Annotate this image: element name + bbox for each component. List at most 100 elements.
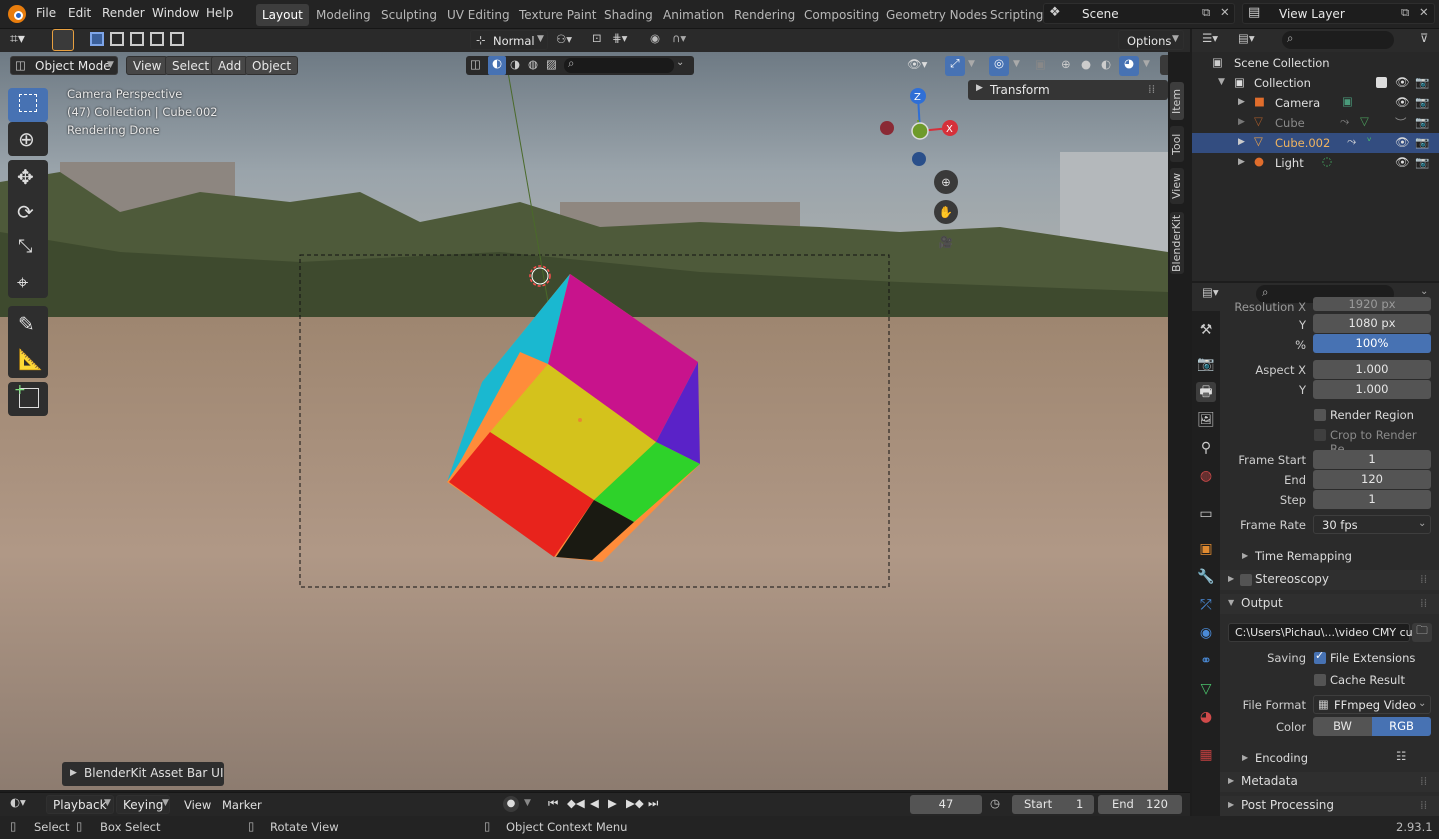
next-keyframe-icon[interactable]: ▶◆ [626,796,644,810]
menu-render[interactable]: Render [102,6,145,20]
render-region-checkbox[interactable] [1314,409,1326,421]
disclosure-triangle-icon[interactable]: ▶ [1242,551,1248,560]
drag-handle-icon[interactable]: ⁞⁞ [1420,572,1427,586]
constraints-properties-icon[interactable]: ⚭ [1196,651,1216,671]
material-icon[interactable]: ◑ [510,57,520,71]
sidebar-tab-item[interactable]: Item [1170,82,1184,120]
play-icon[interactable]: ▶ [608,796,617,810]
frame-end-field[interactable]: 120 [1313,470,1431,489]
shading-solid-icon[interactable]: ◐ [488,56,506,75]
view-layer-name[interactable]: View Layer [1279,7,1345,21]
tab-layout[interactable]: Layout [256,4,309,26]
select-menu[interactable]: Select [165,56,217,75]
transform-orientation-dropdown[interactable]: ⊹ Normal ▼ [470,30,548,50]
scene-delete-icon[interactable]: ✕ [1220,5,1230,19]
menu-edit[interactable]: Edit [68,6,91,20]
resolution-y-field[interactable]: 1080 px [1313,314,1431,333]
filter-dropdown-icon[interactable]: ⌄ [676,57,684,68]
tab-geometry-nodes[interactable]: Geometry Nodes [880,4,993,26]
timeline-editor-icon[interactable]: ◐▾ [10,795,26,809]
add-menu[interactable]: Add [211,56,249,75]
proportional-edit-icon[interactable]: ◉ [650,31,660,45]
expand-triangle-icon[interactable]: ▶ [1238,97,1245,107]
drag-handle-icon[interactable]: ⁞⁞ [1148,82,1155,96]
output-path-field[interactable]: C:\Users\Pichau\...\video CMY cube [1228,623,1426,642]
measure-icon[interactable]: 📐 [18,347,43,371]
resolution-x-field[interactable]: 1920 px [1313,297,1431,311]
material-shading-icon[interactable]: ◐ [1101,57,1111,71]
solid-shading-icon[interactable]: ● [1081,57,1091,71]
current-frame-field[interactable]: 47 [910,795,982,814]
editor-type-icon[interactable]: ⌗▾ [10,31,25,47]
gizmo-dropdown-icon[interactable]: ▼ [968,59,975,69]
cursor-tool[interactable]: ⊕ [8,122,48,156]
expand-triangle-icon[interactable]: ▶ [1238,137,1245,147]
resolution-percent-slider[interactable]: 100% [1313,334,1431,353]
visibility-icon[interactable]: 👁▾ [907,57,927,71]
eye-icon[interactable]: 👁 [1395,95,1410,109]
filter-icon[interactable]: ⊽ [1420,31,1428,45]
physics-properties-icon[interactable]: ◉ [1196,623,1216,643]
hidden-eye-icon[interactable]: ︶ [1395,115,1407,131]
clock-icon[interactable]: ◷ [990,796,1000,810]
move-icon[interactable]: ✥ [17,165,34,189]
render-camera-icon[interactable]: 📷 [1415,115,1429,129]
select-mode-intersect-icon[interactable] [170,32,184,46]
scene-name[interactable]: Scene [1082,7,1119,21]
tab-modeling[interactable]: Modeling [310,4,377,26]
pan-hand-icon[interactable]: ✋ [934,200,958,224]
sidebar-tab-blenderkit[interactable]: BlenderKit [1170,212,1184,274]
data-properties-icon[interactable]: ▽ [1196,679,1216,699]
presets-list-icon[interactable]: ☷ [1396,749,1406,763]
cache-result-checkbox[interactable] [1314,674,1326,686]
outliner-item-cube[interactable]: ▶ ▽ Cube ⤳ ▽ ︶ 📷 [1192,113,1439,133]
sidebar-tab-view[interactable]: View [1170,168,1184,204]
stereoscopy-checkbox[interactable] [1240,574,1252,586]
expand-triangle-icon[interactable]: ▶ [1238,117,1245,127]
metadata-panel-header[interactable]: ▶ Metadata ⁞⁞ [1220,772,1439,792]
world-icon[interactable]: ◍ [528,57,538,71]
stereoscopy-panel-header[interactable]: ▶ Stereoscopy ⁞⁞ [1220,570,1439,590]
post-processing-panel-header[interactable]: ▶ Post Processing ⁞⁞ [1220,796,1439,816]
play-reverse-icon[interactable]: ◀ [590,796,599,810]
texture-properties-icon[interactable]: ▦ [1196,745,1216,765]
frame-start-field[interactable]: 1 [1313,450,1431,469]
outliner-item-camera[interactable]: ▶ ■ Camera ▣ 👁 📷 [1192,93,1439,113]
object-type-filter-icon[interactable]: ◫ [470,57,481,71]
folder-icon[interactable]: 🗀 [1412,623,1432,642]
tab-compositing[interactable]: Compositing [798,4,885,26]
output-properties-icon[interactable]: 🖶 [1196,382,1216,402]
overlay-dropdown-icon[interactable]: ▼ [1013,59,1020,69]
eye-icon[interactable]: 👁 [1395,155,1410,169]
outliner-editor-icon[interactable]: ☰▾ [1202,31,1218,45]
viewport-3d[interactable]: ◫ Object Mode ▼ View Select Add Object ◫… [0,52,1168,790]
object-menu[interactable]: Object [245,56,299,75]
prev-keyframe-icon[interactable]: ◆◀ [567,796,585,810]
options-dropdown[interactable]: Options ▼ [1118,30,1184,50]
camera-view-icon[interactable]: 🎥 [934,230,958,254]
gizmo-toggle-icon[interactable]: ⤢ [945,56,965,76]
tab-scripting[interactable]: Scripting [984,4,1049,26]
view-layer-new-icon[interactable]: ⧉ [1401,5,1409,20]
tab-texture-paint[interactable]: Texture Paint [513,4,602,26]
rotate-icon[interactable]: ⟳ [17,200,34,224]
mode-dropdown[interactable]: ◫ Object Mode ▼ [10,56,118,75]
tab-rendering[interactable]: Rendering [728,4,801,26]
menu-file[interactable]: File [36,6,56,20]
frame-step-field[interactable]: 1 [1313,490,1431,509]
expand-triangle-icon[interactable]: ▼ [1218,77,1225,87]
color-rgb-button[interactable]: RGB [1372,717,1431,736]
tab-sculpting[interactable]: Sculpting [375,4,443,26]
menu-window[interactable]: Window [152,6,199,20]
disclosure-triangle-icon[interactable]: ▶ [1242,753,1248,762]
view-layer-selector[interactable]: ▤ View Layer ⧉ ✕ [1242,3,1435,24]
encoding-panel[interactable]: Encoding [1255,751,1308,765]
blenderkit-asset-bar[interactable]: ▶ BlenderKit Asset Bar UI [62,762,224,786]
tab-animation[interactable]: Animation [657,4,730,26]
frame-rate-dropdown[interactable]: 30 fps ⌄ [1313,515,1431,534]
scene-collection-row[interactable]: ▣ Scene Collection [1192,53,1439,73]
expand-triangle-icon[interactable]: ▶ [1238,157,1245,167]
render-camera-icon[interactable]: 📷 [1415,155,1429,169]
eye-icon[interactable]: 👁 [1395,135,1410,149]
aspect-y-field[interactable]: 1.000 [1313,380,1431,399]
